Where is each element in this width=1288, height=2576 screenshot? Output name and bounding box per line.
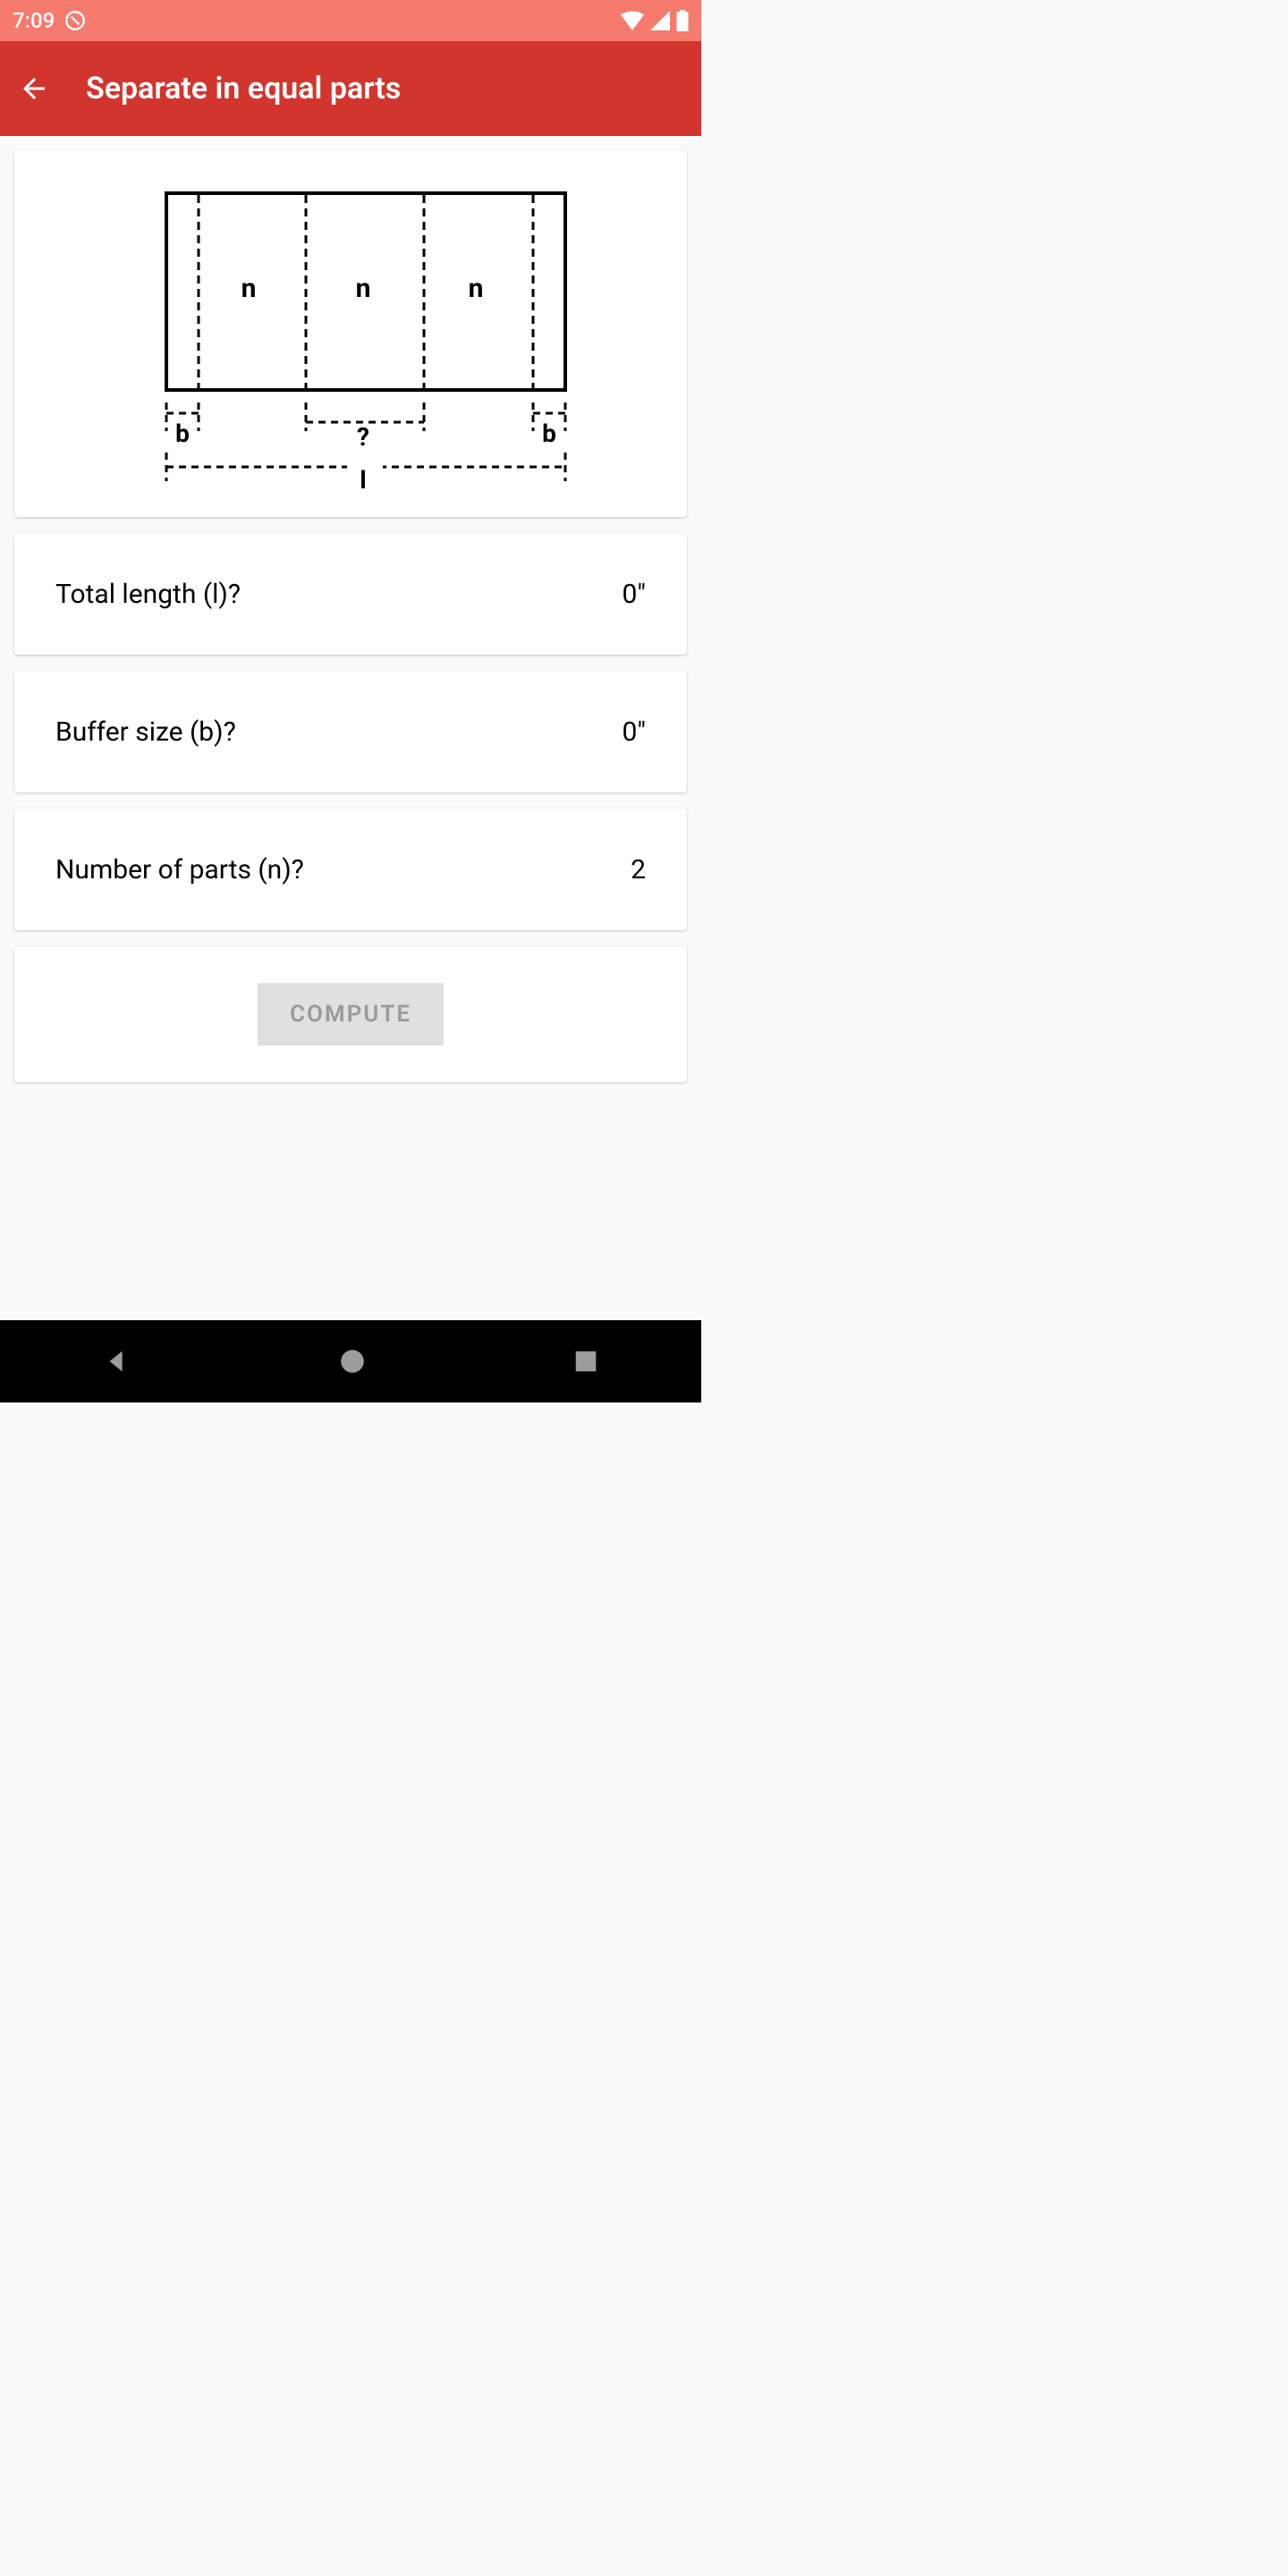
status-time: 7:09 — [13, 8, 55, 33]
diagram-b-right-label: b — [542, 419, 556, 448]
status-right — [621, 10, 689, 31]
buffer-size-value: 0" — [623, 716, 646, 748]
wifi-icon — [621, 11, 644, 30]
cell-signal-icon — [649, 11, 671, 30]
total-length-value: 0" — [623, 579, 646, 610]
buffer-size-row[interactable]: Buffer size (b)? 0" — [14, 671, 687, 792]
num-parts-value: 2 — [631, 854, 646, 886]
diagram-length-label: l — [360, 465, 366, 495]
app-bar: Separate in equal parts — [0, 41, 701, 136]
nav-home-icon[interactable] — [337, 1346, 368, 1377]
diagram-n-label: n — [242, 273, 257, 304]
diagram-n-label: n — [356, 273, 371, 304]
page-title: Separate in equal parts — [86, 71, 401, 106]
diagram-n-label: n — [469, 273, 484, 304]
compute-card: COMPUTE — [14, 946, 687, 1082]
status-left: 7:09 — [13, 8, 87, 33]
buffer-size-label: Buffer size (b)? — [55, 716, 236, 748]
total-length-label: Total length (l)? — [55, 579, 241, 610]
diagram-svg: n n n b b ? — [14, 150, 687, 517]
diagram-card: n n n b b ? — [14, 150, 687, 517]
back-arrow-icon[interactable] — [18, 72, 50, 105]
num-parts-row[interactable]: Number of parts (n)? 2 — [14, 809, 687, 930]
num-parts-label: Number of parts (n)? — [55, 854, 304, 886]
diagram-b-left-label: b — [175, 419, 190, 448]
nav-recent-icon[interactable] — [572, 1348, 599, 1375]
battery-icon — [676, 10, 689, 31]
compute-button[interactable]: COMPUTE — [258, 983, 444, 1046]
diagram-question-label: ? — [357, 422, 369, 452]
nav-bar — [0, 1320, 701, 1402]
status-bar: 7:09 — [0, 0, 701, 41]
no-sync-icon — [64, 9, 87, 32]
nav-back-icon[interactable] — [102, 1346, 132, 1377]
total-length-row[interactable]: Total length (l)? 0" — [14, 533, 687, 655]
content: n n n b b ? — [0, 136, 701, 1320]
